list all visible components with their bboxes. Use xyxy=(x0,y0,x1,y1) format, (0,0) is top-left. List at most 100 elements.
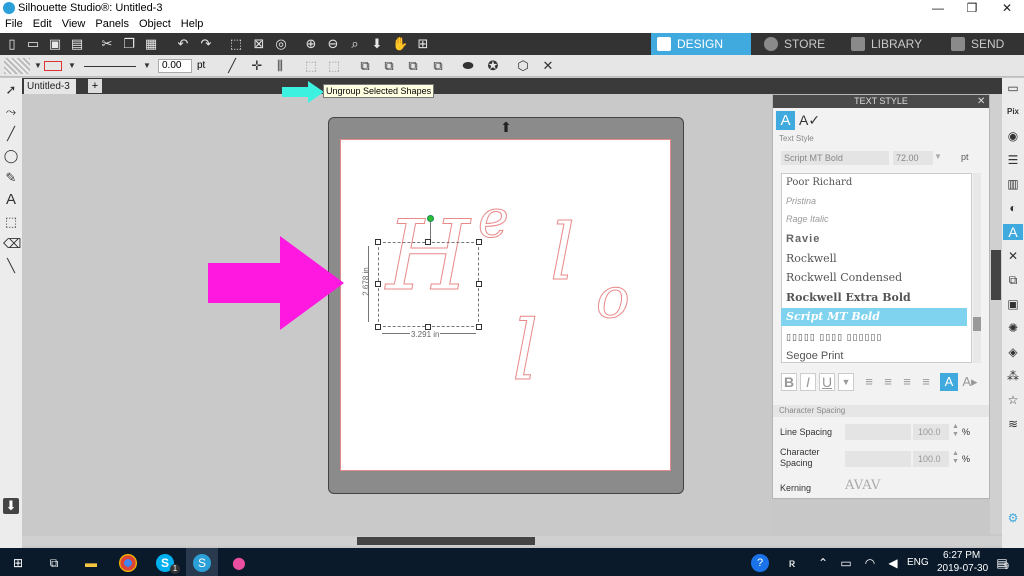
file-explorer-icon[interactable]: ▬ xyxy=(82,554,100,572)
people-icon[interactable]: ʀ xyxy=(783,554,801,572)
open-icon[interactable]: ▭ xyxy=(25,36,41,52)
transform-icon[interactable]: ✕ xyxy=(1005,248,1021,264)
tab-send[interactable]: SEND xyxy=(945,33,1024,55)
star-icon[interactable]: ✪ xyxy=(485,58,501,74)
resize-handle[interactable] xyxy=(476,239,482,245)
horizontal-text-icon[interactable]: A xyxy=(940,373,958,391)
text-style-tab-icon[interactable]: A xyxy=(776,111,795,130)
undo-icon[interactable]: ↶ xyxy=(175,36,191,52)
font-list-item[interactable]: ▯▯▯▯▯ ▯▯▯▯ ▯▯▯▯▯▯ xyxy=(781,328,967,346)
horizontal-scrollbar-thumb[interactable] xyxy=(357,537,535,545)
line-icon[interactable]: ╱ xyxy=(3,126,19,142)
copy-icon[interactable]: ❐ xyxy=(121,36,137,52)
chrome-icon[interactable] xyxy=(119,554,137,572)
edit-points-icon[interactable]: ⤳ xyxy=(3,104,19,120)
bold-button[interactable]: B xyxy=(781,373,797,391)
underline-button[interactable]: U xyxy=(819,373,835,391)
align-left-icon[interactable]: ≡ xyxy=(861,373,877,391)
font-list-item[interactable]: Segoe Print xyxy=(781,347,967,365)
chevron-down-icon[interactable]: ▼ xyxy=(139,58,155,74)
italic-button[interactable]: I xyxy=(800,373,816,391)
text-tool-icon[interactable]: A xyxy=(3,192,19,208)
text-style-icon[interactable]: A xyxy=(1003,224,1023,240)
menu-panels[interactable]: Panels xyxy=(90,17,134,30)
bring-forward-icon[interactable]: ⧉ xyxy=(405,58,421,74)
menu-view[interactable]: View xyxy=(57,17,91,30)
sketch-icon[interactable]: ≋ xyxy=(1005,416,1021,432)
modify-icon[interactable]: ▣ xyxy=(1005,296,1021,312)
sparkle-icon[interactable]: ⁂ xyxy=(1005,368,1021,384)
lines-icon[interactable]: ☰ xyxy=(1005,152,1021,168)
line-spacing-stepper[interactable]: ▲ ▼ xyxy=(952,423,959,439)
chevron-down-icon[interactable]: ▼ xyxy=(934,152,942,161)
kerning-preview[interactable]: AVAV xyxy=(845,477,885,495)
contrast-icon[interactable]: ◐ xyxy=(1005,200,1021,216)
replicate-icon[interactable]: ⧉ xyxy=(1005,272,1021,288)
palette-icon[interactable]: ◉ xyxy=(1005,128,1021,144)
tab-design[interactable]: DESIGN xyxy=(651,33,751,55)
ungroup-icon[interactable]: ⬚ xyxy=(326,58,342,74)
pix-scan-icon[interactable]: Pix xyxy=(1005,104,1021,120)
line-weight-input[interactable]: 0.00 xyxy=(158,59,192,73)
scrollbar-thumb[interactable] xyxy=(973,317,981,331)
cut-icon[interactable]: ✂ xyxy=(99,36,115,52)
font-list-item[interactable]: Ravie xyxy=(781,230,967,248)
download-icon[interactable]: ⬇ xyxy=(3,498,19,514)
move-down-icon[interactable]: ⬇ xyxy=(369,36,385,52)
char-spacing-stepper[interactable]: ▲ ▼ xyxy=(952,450,959,466)
vertical-scrollbar-thumb[interactable] xyxy=(991,250,1001,300)
page-setup-icon[interactable]: ▭ xyxy=(1005,80,1021,96)
pan-hand-icon[interactable]: ✋ xyxy=(392,36,408,52)
fill-pattern-swatch[interactable] xyxy=(4,58,30,74)
maximize-button[interactable]: ❐ xyxy=(955,0,989,17)
font-list-item[interactable]: Pristina xyxy=(781,192,967,210)
wifi-icon[interactable]: ◠ xyxy=(861,554,879,572)
favorite-star-icon[interactable]: ☆ xyxy=(1005,392,1021,408)
language-indicator[interactable]: ENG xyxy=(907,557,929,568)
font-list-item[interactable]: Rockwell Condensed xyxy=(781,269,967,287)
align-icon[interactable]: ⫼ xyxy=(272,58,288,74)
windows-start-icon[interactable]: ⊞ xyxy=(9,554,27,572)
trace-icon[interactable]: ◈ xyxy=(1005,344,1021,360)
chevron-up-icon[interactable]: ⌃ xyxy=(814,554,832,572)
chevron-down-icon[interactable]: ▼ xyxy=(64,58,80,74)
align-right-icon[interactable]: ≡ xyxy=(899,373,915,391)
zoom-in-icon[interactable]: ⊕ xyxy=(303,36,319,52)
resize-handle[interactable] xyxy=(375,239,381,245)
task-view-icon[interactable]: ⧉ xyxy=(45,554,63,572)
help-icon[interactable]: ? xyxy=(751,554,769,572)
volume-icon[interactable]: ◀ xyxy=(884,554,902,572)
vertical-text-icon[interactable]: A▸ xyxy=(961,373,979,391)
silhouette-studio-icon[interactable]: S xyxy=(193,554,211,572)
pointer-icon[interactable]: ➚ xyxy=(3,82,19,98)
menu-file[interactable]: File xyxy=(0,17,28,30)
offset-icon[interactable]: ✺ xyxy=(1005,320,1021,336)
map-pin-app-icon[interactable]: ⬤ xyxy=(230,554,248,572)
line-spacing-input[interactable]: 100.0 xyxy=(913,424,949,440)
resize-handle[interactable] xyxy=(375,324,381,330)
letter-l-1[interactable]: l xyxy=(550,208,576,299)
print-icon[interactable]: ▤ xyxy=(69,36,85,52)
send-backward-icon[interactable]: ⧉ xyxy=(430,58,446,74)
menu-object[interactable]: Object xyxy=(134,17,176,30)
draw-icon[interactable]: ✎ xyxy=(3,170,19,186)
close-button[interactable]: ✕ xyxy=(990,0,1024,17)
weld-icon[interactable]: ⬬ xyxy=(460,58,476,74)
select-all-icon[interactable]: ⬚ xyxy=(228,36,244,52)
battery-icon[interactable]: ▭ xyxy=(837,554,855,572)
line-style-preview[interactable] xyxy=(84,66,136,67)
menu-help[interactable]: Help xyxy=(176,17,209,30)
ellipse-icon[interactable]: ◯ xyxy=(3,148,19,164)
font-list-item[interactable]: Rockwell Extra Bold xyxy=(781,289,967,307)
tab-library[interactable]: LIBRARY xyxy=(845,33,943,55)
knife-icon[interactable]: ╲ xyxy=(3,258,19,274)
crosshair-icon[interactable]: ✛ xyxy=(249,58,265,74)
selection-box[interactable] xyxy=(378,242,479,327)
zoom-out-icon[interactable]: ⊖ xyxy=(325,36,341,52)
text-spacing-tab-icon[interactable]: A✓ xyxy=(799,111,820,130)
add-tab-button[interactable]: + xyxy=(88,79,102,93)
minimize-button[interactable]: — xyxy=(921,0,955,17)
redo-icon[interactable]: ↷ xyxy=(198,36,214,52)
menu-edit[interactable]: Edit xyxy=(28,17,57,30)
new-icon[interactable]: ▯ xyxy=(4,36,20,52)
